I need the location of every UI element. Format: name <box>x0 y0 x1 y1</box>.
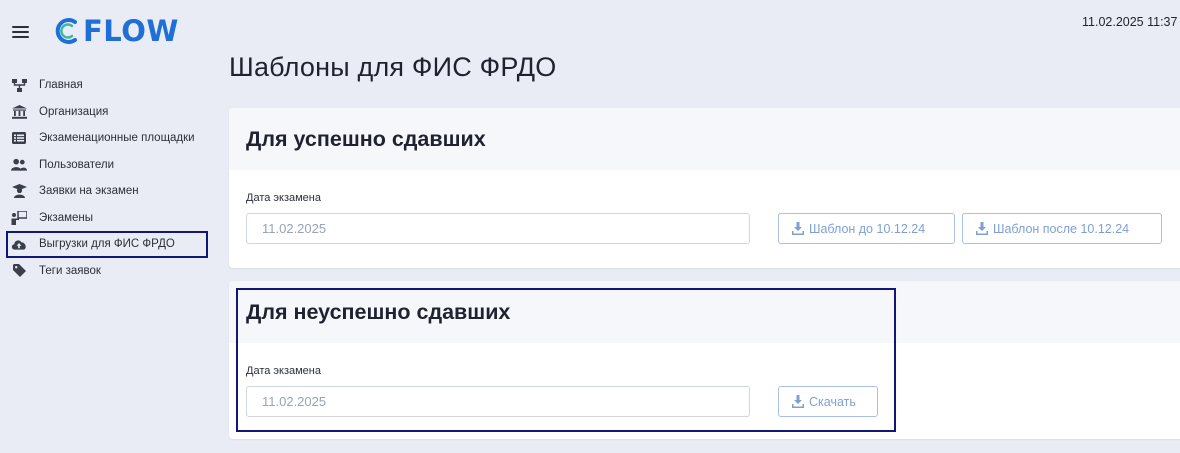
download-label: Скачать <box>809 394 856 409</box>
sidebar-item-label: Экзаменационные площадки <box>39 132 195 145</box>
sidebar-item-label: Пользователи <box>39 158 115 171</box>
sidebar-item-fis-frdo-exports[interactable]: Выгрузки для ФИС ФРДО <box>6 231 208 258</box>
passed-date-input[interactable]: 11.02.2025 <box>246 213 750 244</box>
presenter-icon <box>11 210 27 225</box>
page-title: Шаблоны для ФИС ФРДО <box>229 52 557 82</box>
download-icon <box>792 395 804 408</box>
current-datetime: 11.02.2025 11:37 <box>1082 15 1178 29</box>
template-before-button[interactable]: Шаблон до 10.12.24 <box>778 213 955 244</box>
sidebar-item-exam-requests[interactable]: Заявки на экзамен <box>0 178 215 205</box>
sidebar-item-exam-sites[interactable]: Экзаменационные площадки <box>0 125 215 152</box>
failed-date-input[interactable]: 11.02.2025 <box>246 386 750 417</box>
graduate-icon <box>11 184 27 199</box>
failed-card-title: Для неуспешно сдавших <box>246 299 511 324</box>
sidebar-item-label: Выгрузки для ФИС ФРДО <box>39 238 175 251</box>
cloud-upload-icon <box>11 237 27 251</box>
sidebar-item-label: Теги заявок <box>39 264 101 277</box>
sidebar-item-label: Главная <box>39 79 83 92</box>
template-after-button[interactable]: Шаблон после 10.12.24 <box>962 213 1162 244</box>
sidebar-item-users[interactable]: Пользователи <box>0 152 215 179</box>
sidebar-item-request-tags[interactable]: Теги заявок <box>0 258 215 285</box>
passed-card-title: Для успешно сдавших <box>246 126 486 151</box>
passed-card: Для успешно сдавших Дата экзамена 11.02.… <box>229 108 1180 268</box>
sidebar-item-label: Организация <box>39 105 109 118</box>
failed-date-label: Дата экзамена <box>246 365 321 377</box>
template-before-label: Шаблон до 10.12.24 <box>809 221 926 236</box>
sidebar-nav: Главная Организация Экзаменационные площ… <box>0 72 215 284</box>
passed-date-label: Дата экзамена <box>246 192 321 204</box>
list-icon <box>11 131 27 145</box>
logo-text: FLOW <box>83 14 179 48</box>
logo[interactable]: FLOW <box>53 14 179 48</box>
sidebar-item-organization[interactable]: Организация <box>0 99 215 126</box>
download-button[interactable]: Скачать <box>778 386 878 417</box>
sidebar: FLOW Главная Организация Экзаменационные… <box>0 0 215 453</box>
users-icon <box>11 158 27 172</box>
failed-card-header: Для неуспешно сдавших <box>229 281 1180 343</box>
menu-icon[interactable] <box>12 26 29 38</box>
sidebar-item-label: Заявки на экзамен <box>39 185 139 198</box>
sidebar-item-exams[interactable]: Экзамены <box>0 205 215 232</box>
app-root: FLOW Главная Организация Экзаменационные… <box>0 0 1180 453</box>
template-after-label: Шаблон после 10.12.24 <box>993 221 1130 236</box>
bank-icon <box>11 104 27 119</box>
sidebar-item-home[interactable]: Главная <box>0 72 215 99</box>
passed-card-header: Для успешно сдавших <box>229 108 1180 170</box>
download-icon <box>976 222 988 235</box>
network-icon <box>11 78 27 92</box>
sidebar-item-label: Экзамены <box>39 211 94 224</box>
failed-card: Для неуспешно сдавших Дата экзамена 11.0… <box>229 281 1180 439</box>
flow-logo-icon <box>55 18 77 44</box>
tag-icon <box>11 264 27 278</box>
download-icon <box>792 222 804 235</box>
